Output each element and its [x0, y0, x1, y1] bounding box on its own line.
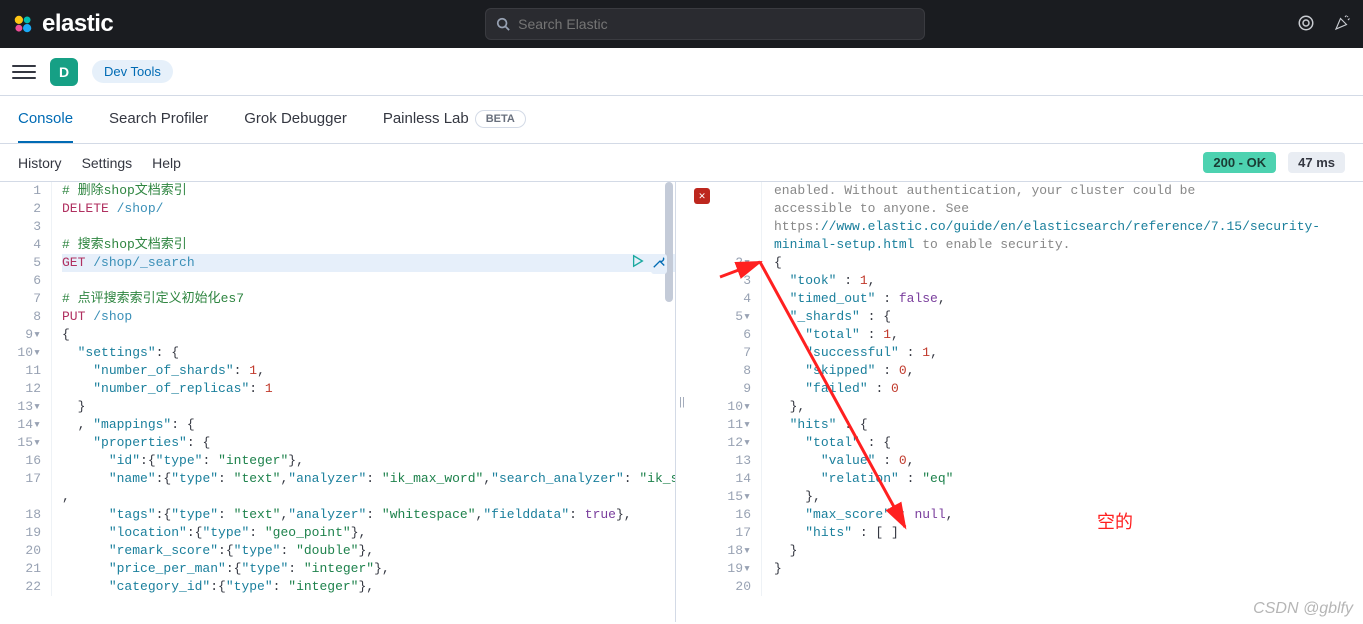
request-code[interactable]: # 删除shop文档索引DELETE /shop/# 搜索shop文档索引GET… [52, 182, 675, 596]
tab-grok-debugger[interactable]: Grok Debugger [244, 96, 347, 143]
tab-console[interactable]: Console [18, 96, 73, 143]
request-options-icon[interactable] [651, 254, 667, 274]
topbar: elastic [0, 0, 1363, 48]
global-search[interactable] [485, 8, 925, 40]
response-wrap: ✕ 2▾345▾678910▾11▾12▾131415▾161718▾19▾20… [688, 182, 1363, 622]
search-input[interactable] [518, 16, 914, 32]
elastic-logo[interactable]: elastic [12, 10, 113, 38]
search-icon [496, 17, 510, 31]
beta-badge: BETA [475, 110, 526, 128]
nav-toggle-icon[interactable] [12, 60, 36, 84]
send-request-icon[interactable] [631, 254, 645, 272]
console-subbar: History Settings Help 200 - OK 47 ms [0, 144, 1363, 182]
tab-painless-lab[interactable]: Painless LabBETA [383, 96, 526, 143]
annotation-text: 空的 [1097, 508, 1133, 534]
celebrate-icon[interactable] [1333, 14, 1351, 35]
request-scrollbar[interactable] [665, 182, 673, 622]
elastic-logo-icon [12, 13, 34, 35]
response-gutter: 2▾345▾678910▾11▾12▾131415▾161718▾19▾20 [714, 182, 762, 596]
breadcrumb[interactable]: Dev Tools [92, 60, 173, 83]
watermark: CSDN @gblfy [1253, 600, 1353, 618]
request-pane[interactable]: 123456789▾10▾111213▾14▾15▾16171819202122… [0, 182, 676, 622]
topbar-right [1297, 14, 1351, 35]
topbar-center [113, 8, 1297, 40]
error-badge-icon[interactable]: ✕ [694, 188, 710, 204]
subbar-right: 200 - OK 47 ms [1203, 152, 1345, 173]
request-gutter: 123456789▾10▾111213▾14▾15▾16171819202122 [0, 182, 52, 596]
brand-text: elastic [42, 10, 113, 38]
editor-area: 123456789▾10▾111213▾14▾15▾16171819202122… [0, 182, 1363, 622]
devtools-tabs: Console Search Profiler Grok Debugger Pa… [0, 96, 1363, 144]
pane-splitter[interactable]: || [676, 182, 688, 622]
app-header: D Dev Tools [0, 48, 1363, 96]
response-code[interactable]: enabled. Without authentication, your cl… [764, 182, 1363, 596]
timing-badge: 47 ms [1288, 152, 1345, 173]
settings-link[interactable]: Settings [82, 155, 133, 171]
subbar-left: History Settings Help [18, 155, 181, 171]
newsfeed-icon[interactable] [1297, 14, 1315, 35]
history-link[interactable]: History [18, 155, 62, 171]
response-pane[interactable]: ✕ 2▾345▾678910▾11▾12▾131415▾161718▾19▾20… [688, 182, 1363, 622]
help-link[interactable]: Help [152, 155, 181, 171]
status-badge: 200 - OK [1203, 152, 1276, 173]
tab-search-profiler[interactable]: Search Profiler [109, 96, 208, 143]
space-avatar[interactable]: D [50, 58, 78, 86]
